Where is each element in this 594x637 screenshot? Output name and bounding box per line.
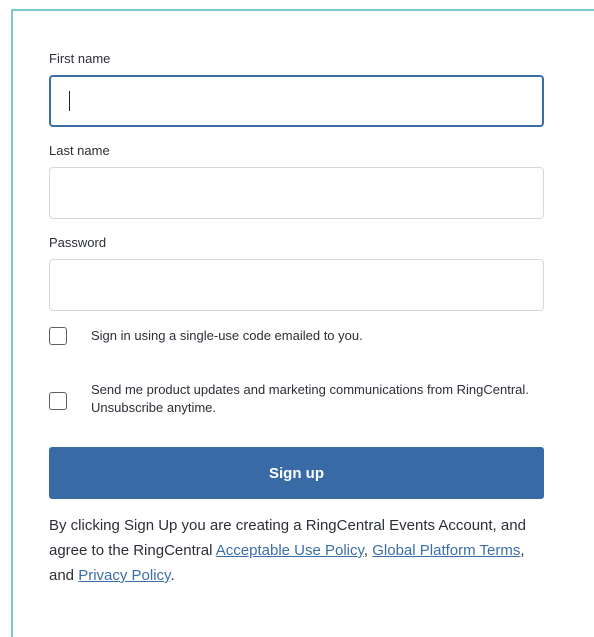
first-name-input[interactable] bbox=[49, 75, 544, 127]
single-use-code-option[interactable]: Sign in using a single-use code emailed … bbox=[49, 326, 544, 346]
first-name-wrapper bbox=[49, 75, 544, 127]
legal-separator-1: , bbox=[363, 542, 373, 559]
last-name-input[interactable] bbox=[49, 167, 544, 219]
signup-form-panel: First name Last name Password Sign in us… bbox=[11, 9, 594, 637]
last-name-label: Last name bbox=[49, 143, 110, 158]
password-input[interactable] bbox=[49, 259, 544, 311]
marketing-opt-in-label: Send me product updates and marketing co… bbox=[91, 382, 529, 415]
marketing-opt-in-checkbox[interactable] bbox=[49, 392, 67, 410]
legal-suffix: . bbox=[170, 567, 175, 584]
first-name-label: First name bbox=[49, 51, 111, 66]
acceptable-use-policy-link[interactable]: Acceptable Use Policy bbox=[216, 542, 364, 559]
sign-up-button[interactable]: Sign up bbox=[49, 447, 544, 499]
legal-notice: By clicking Sign Up you are creating a R… bbox=[49, 513, 544, 588]
global-platform-terms-link[interactable]: Global Platform Terms bbox=[372, 542, 520, 559]
text-caret bbox=[69, 91, 70, 111]
privacy-policy-link[interactable]: Privacy Policy bbox=[78, 567, 170, 584]
single-use-code-checkbox[interactable] bbox=[49, 327, 67, 345]
single-use-code-label: Sign in using a single-use code emailed … bbox=[91, 328, 363, 343]
marketing-opt-in-option[interactable]: Send me product updates and marketing co… bbox=[49, 381, 544, 421]
password-label: Password bbox=[49, 235, 107, 250]
